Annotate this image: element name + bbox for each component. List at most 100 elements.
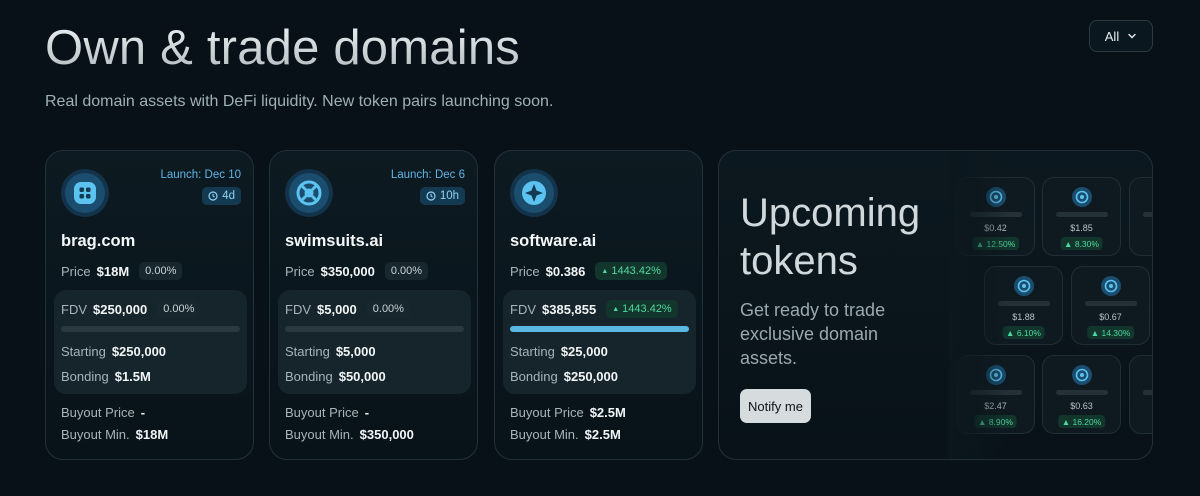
launch-date: Launch: Dec 10	[160, 169, 241, 181]
page-title: Own & trade domains	[45, 21, 520, 75]
starting-value: $250,000	[111, 344, 167, 359]
token-logo-icon	[1013, 276, 1034, 296]
price-value: $0.386	[545, 263, 586, 279]
fdv-label: FDV	[510, 301, 536, 317]
price-change-badge: ▲ 1443.42%	[595, 262, 667, 280]
fdv-change-badge: ▲ 1443.42%	[606, 300, 678, 318]
countdown-text: 10h	[439, 190, 459, 202]
upcoming-title: Upcoming tokens	[740, 191, 921, 283]
notify-me-button[interactable]: Notify me	[740, 389, 811, 423]
token-tile[interactable]: ▲	[1129, 355, 1152, 434]
domain-name: swimsuits.ai	[285, 232, 384, 250]
bonding-value: $250,000	[563, 369, 618, 384]
fdv-panel: FDV $5,000 0.00% Starting $5,000 Bonding…	[278, 290, 471, 394]
bonding-value: $1.5M	[114, 369, 151, 384]
buyout-price-label: Buyout Price	[61, 405, 135, 420]
buyout-min-label: Buyout Min.	[61, 427, 130, 442]
buyout-min-value: $350,000	[359, 427, 414, 442]
token-name-placeholder	[1055, 212, 1108, 217]
domain-name: brag.com	[61, 232, 136, 250]
buyout-price-label: Buyout Price	[285, 405, 359, 420]
fdv-change-badge: 0.00%	[366, 300, 410, 318]
price-row: Price $18M 0.00%	[61, 262, 183, 280]
page-subtitle: Real domain assets with DeFi liquidity. …	[45, 93, 554, 110]
starting-label: Starting	[285, 344, 330, 359]
fdv-label: FDV	[61, 301, 87, 317]
token-tile[interactable]: $0.67 ▲ 14.30%	[1071, 266, 1150, 345]
fdv-panel: FDV $250,000 0.00% Starting $250,000 Bon…	[54, 290, 247, 394]
token-tile[interactable]: $1.85 ▲ 8.30%	[1042, 177, 1121, 256]
bonding-progress-bar	[510, 326, 689, 332]
buyout-min-label: Buyout Min.	[285, 427, 354, 442]
chevron-down-icon	[1128, 33, 1136, 39]
price-label: Price	[510, 263, 540, 279]
fdv-label: FDV	[285, 301, 311, 317]
buyout-price-value: -	[364, 405, 370, 420]
price-value: $350,000	[320, 263, 375, 279]
token-price: $0.67	[1099, 312, 1122, 322]
bonding-label: Bonding	[61, 369, 109, 384]
fdv-panel: FDV $385,855 ▲ 1443.42% Starting $25,000…	[503, 290, 696, 394]
bonding-label: Bonding	[285, 369, 333, 384]
starting-value: $5,000	[335, 344, 376, 359]
bonding-label: Bonding	[510, 369, 558, 384]
fdv-row: FDV $5,000 0.00%	[285, 300, 410, 318]
fdv-row: FDV $385,855 ▲ 1443.42%	[510, 300, 678, 318]
starting-value: $25,000	[560, 344, 608, 359]
token-name-placeholder	[1142, 390, 1152, 395]
domain-card-software[interactable]: software.ai Price $0.386 ▲ 1443.42% FDV …	[494, 150, 703, 460]
token-change-badge: ▲ 8.30%	[1060, 237, 1103, 250]
domain-card-swimsuits[interactable]: Launch: Dec 6 10h swimsuits.ai Price $35…	[269, 150, 478, 460]
token-tile[interactable]: ▲	[1129, 177, 1152, 256]
fdv-row: FDV $250,000 0.00%	[61, 300, 201, 318]
brag-logo-icon	[61, 169, 109, 217]
price-change-badge: 0.00%	[139, 262, 183, 280]
software-logo-icon	[510, 169, 558, 217]
filter-dropdown[interactable]: All	[1089, 20, 1153, 52]
token-logo-icon	[1071, 187, 1092, 207]
starting-row: Starting $250,000	[61, 344, 166, 359]
price-row: Price $350,000 0.00%	[285, 262, 429, 280]
starting-row: Starting $5,000	[285, 344, 376, 359]
bonding-row: Bonding $1.5M	[61, 369, 151, 384]
price-value: $18M	[96, 263, 130, 279]
bonding-progress-bar	[61, 326, 240, 332]
bonding-progress-bar	[285, 326, 464, 332]
buyout-min-row: Buyout Min. $350,000	[285, 427, 414, 442]
token-name-placeholder	[1142, 212, 1152, 217]
upcoming-subtitle: Get ready to trade exclusive domain asse…	[740, 300, 886, 368]
price-label: Price	[285, 263, 315, 279]
buyout-price-row: Buyout Price -	[61, 405, 145, 420]
buyout-min-value: $18M	[135, 427, 169, 442]
token-change-badge: ▲ 14.30%	[1086, 326, 1135, 339]
price-change-text: 1443.42%	[611, 265, 661, 277]
buyout-min-row: Buyout Min. $18M	[61, 427, 168, 442]
buyout-min-label: Buyout Min.	[510, 427, 579, 442]
buyout-price-row: Buyout Price -	[285, 405, 369, 420]
token-logo-icon	[1100, 276, 1121, 296]
domain-card-brag[interactable]: Launch: Dec 10 4d brag.com Price $18M 0.…	[45, 150, 254, 460]
countdown-text: 4d	[222, 190, 235, 202]
token-change-badge: ▲ 16.20%	[1057, 415, 1106, 428]
starting-label: Starting	[61, 344, 106, 359]
price-change-badge: 0.00%	[384, 262, 429, 280]
clock-icon	[208, 191, 218, 201]
starting-row: Starting $25,000	[510, 344, 608, 359]
bonding-value: $50,000	[338, 369, 386, 384]
fdv-value: $250,000	[93, 301, 148, 317]
countdown-badge: 10h	[419, 187, 465, 205]
tiles-fade-overlay	[949, 151, 1009, 459]
filter-label: All	[1104, 28, 1120, 44]
token-tile[interactable]: $0.63 ▲ 16.20%	[1042, 355, 1121, 434]
buyout-price-label: Buyout Price	[510, 405, 584, 420]
token-logo-icon	[1071, 365, 1092, 385]
upcoming-tokens-panel: Upcoming tokens Get ready to trade exclu…	[718, 150, 1153, 460]
up-arrow-icon: ▲	[612, 305, 620, 313]
fdv-change-text: 1443.42%	[622, 303, 672, 315]
bonding-row: Bonding $250,000	[510, 369, 618, 384]
clock-icon	[426, 191, 436, 201]
token-name-placeholder	[1084, 301, 1137, 306]
fdv-value: $5,000	[317, 301, 357, 317]
domain-name: software.ai	[510, 232, 597, 250]
launch-date: Launch: Dec 6	[390, 169, 465, 181]
